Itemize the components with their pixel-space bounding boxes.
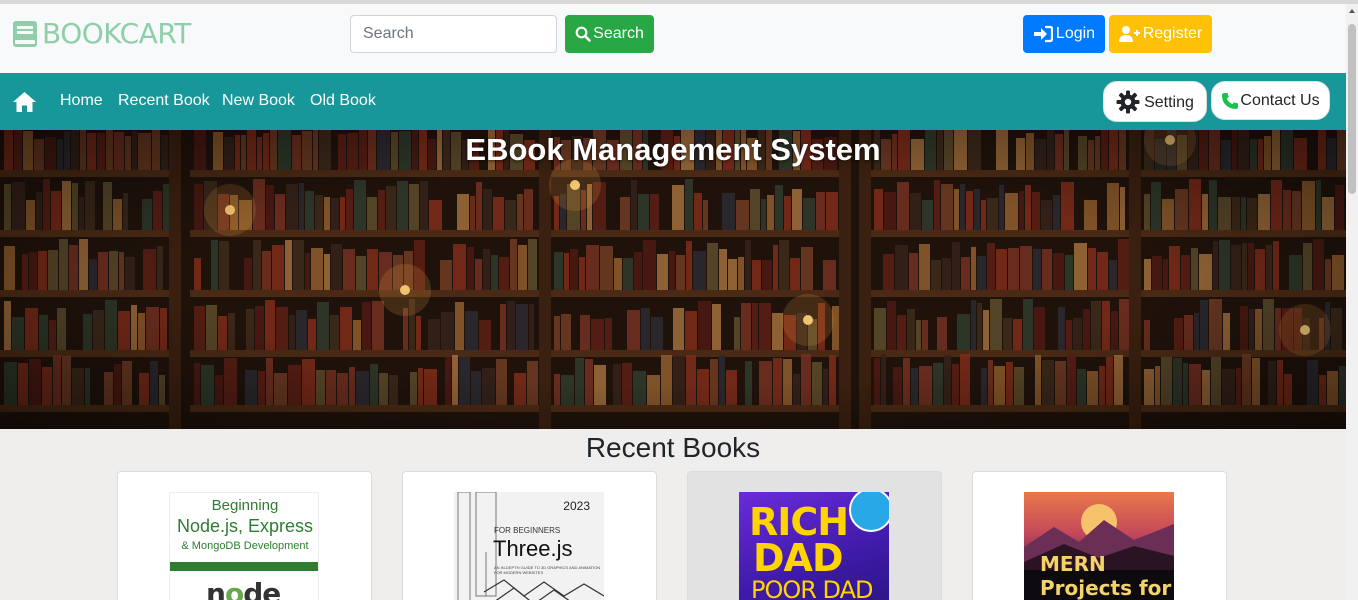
scrollbar-thumb[interactable] <box>1348 24 1356 194</box>
nav-home[interactable]: Home <box>60 92 103 110</box>
header: BOOKCART Search Login Register <box>0 4 1346 73</box>
cover-tagline: AN IN-DEPTH GUIDE TO 3D GRAPHICS AND ANI… <box>494 565 601 575</box>
node-logo: node <box>206 577 281 600</box>
search-button-label: Search <box>593 25 644 42</box>
phone-icon <box>1222 92 1239 109</box>
brand-logo[interactable]: BOOKCART <box>12 17 191 50</box>
bookshelf-background-image <box>0 130 1346 429</box>
cover-title: Three.js <box>493 536 573 561</box>
register-button[interactable]: Register <box>1109 15 1212 53</box>
cover-stripe <box>170 562 318 571</box>
cover-year: 2023 <box>563 499 590 513</box>
book-card[interactable]: Beginning Node.js, Express & MongoDB Dev… <box>117 471 372 600</box>
book-cover-nodejs: Beginning Node.js, Express & MongoDB Dev… <box>169 492 319 600</box>
scroll-up-arrow-icon[interactable] <box>1346 4 1358 18</box>
user-plus-icon <box>1118 26 1140 42</box>
login-label: Login <box>1055 25 1096 42</box>
book-icon <box>13 20 37 47</box>
nav-old-book[interactable]: Old Book <box>310 92 376 110</box>
book-cover-mern: MERN Projects for <box>1024 492 1174 600</box>
cover-title: DAD <box>753 536 843 580</box>
cover-title: POOR DAD <box>751 576 874 600</box>
setting-label: Setting <box>1144 94 1194 111</box>
book-card[interactable]: 2023 FOR BEGINNERS Three.js AN IN-DEPTH … <box>402 471 657 600</box>
search-icon <box>575 26 591 42</box>
cover-title: MERN <box>1040 552 1106 576</box>
nav-recent-book[interactable]: Recent Book <box>118 92 210 110</box>
cover-title: Projects for <box>1040 576 1172 600</box>
main-navbar: Home Recent Book New Book Old Book Setti… <box>0 73 1346 130</box>
setting-button[interactable]: Setting <box>1103 81 1207 122</box>
nav-new-book[interactable]: New Book <box>222 92 295 110</box>
book-cover-threejs: 2023 FOR BEGINNERS Three.js AN IN-DEPTH … <box>454 492 604 600</box>
recent-books-heading: Recent Books <box>585 432 761 463</box>
search-input[interactable] <box>350 15 557 53</box>
cover-line: Beginning <box>211 497 279 514</box>
login-button[interactable]: Login <box>1023 15 1105 53</box>
gear-icon <box>1116 90 1140 113</box>
brand-name: BOOKCART <box>42 17 191 50</box>
cover-badge <box>849 492 889 532</box>
contact-label: Contact Us <box>1240 91 1320 109</box>
book-card[interactable]: RICH DAD POOR DAD <box>687 471 942 600</box>
page-scrollbar[interactable] <box>1346 4 1358 600</box>
register-label: Register <box>1142 25 1203 42</box>
book-card[interactable]: MERN Projects for <box>972 471 1227 600</box>
contact-us-button[interactable]: Contact Us <box>1211 81 1330 120</box>
hero-title: EBook Management System <box>465 132 881 167</box>
book-cover-rich-dad: RICH DAD POOR DAD <box>739 492 889 600</box>
search-button[interactable]: Search <box>565 15 654 53</box>
hero-banner: EBook Management System <box>0 130 1346 429</box>
cover-subtitle: FOR BEGINNERS <box>494 526 561 535</box>
home-icon[interactable] <box>12 91 37 113</box>
sign-in-icon <box>1033 25 1053 43</box>
cover-line: & MongoDB Development <box>181 540 309 552</box>
cover-line: Node.js, Express <box>176 516 314 536</box>
